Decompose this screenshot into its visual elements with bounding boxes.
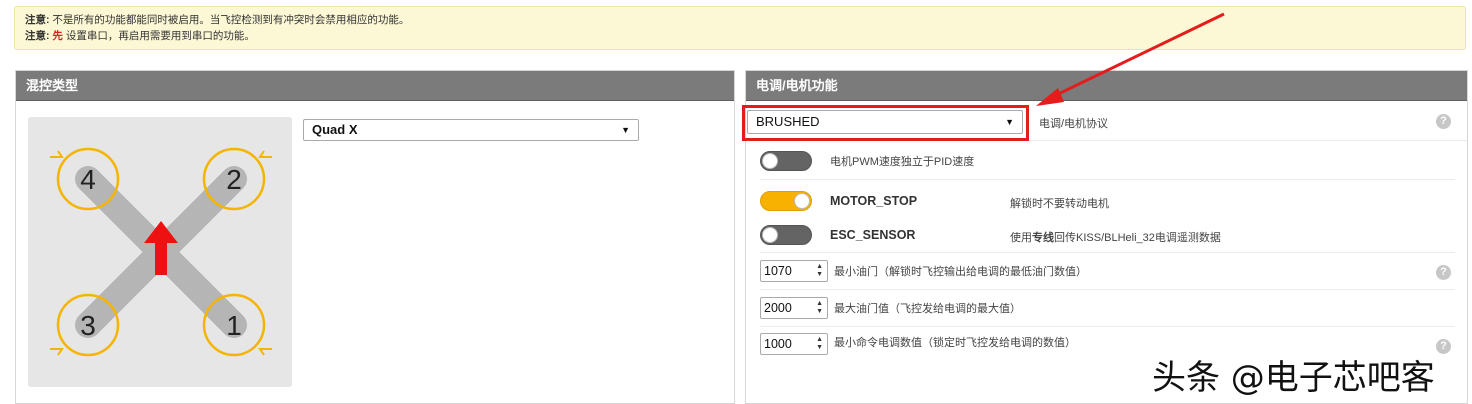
esc-protocol-label: 电调/电机协议	[1039, 118, 1109, 130]
max-throttle-input[interactable]: 2000 ▲ ▼	[760, 297, 828, 319]
min-throttle-row: 1070 ▲ ▼ 最小油门（解锁时飞控输出给电调的最低油门数值） ?	[760, 255, 1455, 290]
motor-label: 1	[226, 310, 242, 341]
frame-type-value: Quad X	[312, 122, 358, 137]
min-throttle-input[interactable]: 1070 ▲ ▼	[760, 260, 828, 282]
notice-highlight: 先	[49, 30, 63, 42]
rotation-arrow-icon	[50, 150, 64, 158]
min-command-label: 最小命令电调数值（锁定时飞控发给电调的数值）	[834, 337, 1076, 349]
rotation-arrow-icon	[258, 150, 272, 158]
motor-stop-row: MOTOR_STOP 解锁时不要转动电机	[760, 186, 1455, 216]
notice-label: 注意:	[25, 14, 50, 26]
esc-sensor-name: ESC_SENSOR	[830, 228, 916, 242]
motor-label: 3	[80, 310, 96, 341]
esc-protocol-value: BRUSHED	[756, 114, 820, 129]
esc-sensor-row: ESC_SENSOR 使用专线回传KISS/BLHeli_32电调遥测数据	[760, 219, 1455, 253]
rotation-arrow-icon	[258, 348, 272, 356]
max-throttle-row: 2000 ▲ ▼ 最大油门值（飞控发给电调的最大值）	[760, 292, 1455, 327]
notice-label: 注意:	[25, 30, 50, 42]
notice-line-1: 注意: 不是所有的功能都能同时被启用。当飞控检测到有冲突时会禁用相应的功能。	[25, 12, 1455, 28]
help-icon[interactable]: ?	[1436, 265, 1451, 280]
esc-sensor-toggle[interactable]	[760, 225, 812, 245]
motor-label: 4	[80, 164, 96, 195]
chevron-down-icon: ▼	[1005, 117, 1014, 127]
watermark-text: 头条 @电子芯吧客	[1152, 358, 1435, 398]
spinner-arrows-icon[interactable]: ▲ ▼	[816, 300, 823, 316]
esc-panel-title: 电调/电机功能	[746, 71, 1467, 101]
toggle-knob	[762, 227, 778, 243]
max-throttle-label: 最大油门值（飞控发给电调的最大值）	[834, 303, 1021, 315]
motor-stop-toggle[interactable]	[760, 191, 812, 211]
quad-diagram-svg: 4 2 3 1	[50, 147, 272, 357]
motor-label: 2	[226, 164, 242, 195]
min-throttle-value: 1070	[764, 264, 792, 278]
quad-frame-diagram: 4 2 3 1	[28, 117, 292, 387]
esc-sensor-desc-bold: 专线	[1032, 232, 1054, 244]
notice-text: 设置串口，再启用需要用到串口的功能。	[62, 30, 255, 42]
toggle-knob	[794, 193, 810, 209]
motor-stop-desc: 解锁时不要转动电机	[1010, 198, 1109, 210]
notice-line-2: 注意: 先 设置串口，再启用需要用到串口的功能。	[25, 28, 1455, 44]
mixer-panel: 混控类型 4 2 3 1 Quad X ▼	[15, 70, 735, 404]
min-command-value: 1000	[764, 337, 792, 351]
frame-type-select[interactable]: Quad X ▼	[303, 119, 639, 141]
min-throttle-label: 最小油门（解锁时飞控输出给电调的最低油门数值）	[834, 266, 1087, 278]
mixer-panel-title: 混控类型	[16, 71, 734, 101]
pwm-speed-row: 电机PWM速度独立于PID速度	[760, 143, 1455, 180]
min-command-input[interactable]: 1000 ▲ ▼	[760, 333, 828, 355]
notice-text: 不是所有的功能都能同时被启用。当飞控检测到有冲突时会禁用相应的功能。	[49, 14, 410, 26]
esc-sensor-desc: 使用专线回传KISS/BLHeli_32电调遥测数据	[1010, 229, 1221, 245]
pwm-speed-label: 电机PWM速度独立于PID速度	[830, 156, 975, 168]
esc-protocol-select[interactable]: BRUSHED ▼	[747, 110, 1023, 134]
help-icon[interactable]: ?	[1436, 114, 1451, 129]
esc-sensor-desc-pre: 使用	[1010, 232, 1032, 244]
esc-sensor-desc-post: 回传KISS/BLHeli_32电调遥测数据	[1054, 232, 1221, 244]
spinner-arrows-icon[interactable]: ▲ ▼	[816, 336, 823, 352]
highlight-annotation-box: BRUSHED ▼	[742, 105, 1029, 141]
help-icon[interactable]: ?	[1436, 339, 1451, 354]
spinner-arrows-icon[interactable]: ▲ ▼	[816, 263, 823, 279]
chevron-down-icon: ▼	[621, 125, 630, 135]
notice-banner: 注意: 不是所有的功能都能同时被启用。当飞控检测到有冲突时会禁用相应的功能。 注…	[14, 6, 1466, 50]
pwm-speed-toggle[interactable]	[760, 151, 812, 171]
toggle-knob	[762, 153, 778, 169]
protocol-row: BRUSHED ▼ 电调/电机协议 ?	[742, 101, 1467, 141]
rotation-arrow-icon	[50, 348, 64, 356]
motor-stop-name: MOTOR_STOP	[830, 194, 918, 208]
max-throttle-value: 2000	[764, 301, 792, 315]
